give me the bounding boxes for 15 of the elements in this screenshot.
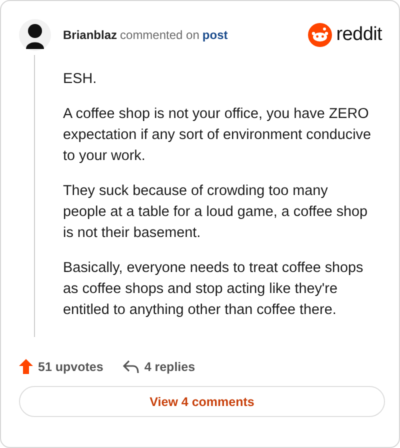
reply-count: 4 replies [144,360,196,374]
brand-name: reddit [336,24,382,46]
comment-paragraph: A coffee shop is not your office, you have ZERO expectation if any sort of environment conducive to your work. [63,105,372,166]
reply-icon[interactable] [123,360,140,374]
upvote-count: 51 upvotes [38,360,104,374]
view-comments-button[interactable]: View 4 comments [19,386,385,417]
upvote-icon[interactable] [19,359,33,374]
comment-action: commented on [120,28,200,42]
comment-paragraph: Basically, everyone needs to treat coffee shops as coffee shops and stop acting like they're entitled to anything other than coffee there. [63,259,364,320]
comment-paragraph: They suck because of crowding too many people at a table for a loud game, a coffee shop is not their basement. [63,182,369,243]
reddit-logo-icon [308,23,332,47]
comment-paragraph: ESH. [63,70,98,89]
avatar-icon [19,19,51,51]
post-link[interactable]: post [202,28,228,42]
author-name[interactable]: Brianblaz [63,28,118,42]
